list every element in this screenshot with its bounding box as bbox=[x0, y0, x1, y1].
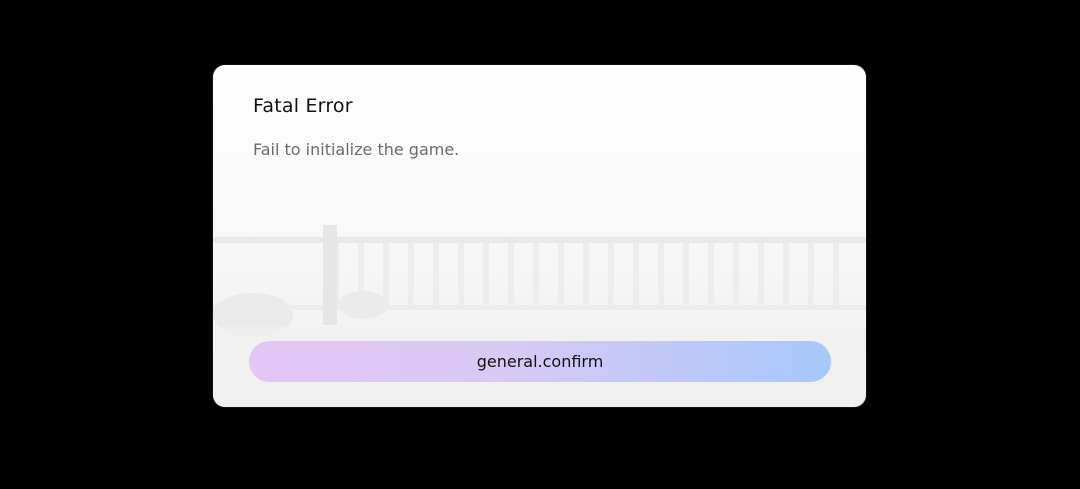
error-dialog: Fatal Error Fail to initialize the game.… bbox=[213, 65, 866, 407]
modal-backdrop: Fatal Error Fail to initialize the game.… bbox=[0, 0, 1080, 489]
dialog-message: Fail to initialize the game. bbox=[253, 140, 460, 159]
dialog-title: Fatal Error bbox=[253, 95, 353, 117]
confirm-button[interactable]: general.confirm bbox=[249, 341, 831, 382]
